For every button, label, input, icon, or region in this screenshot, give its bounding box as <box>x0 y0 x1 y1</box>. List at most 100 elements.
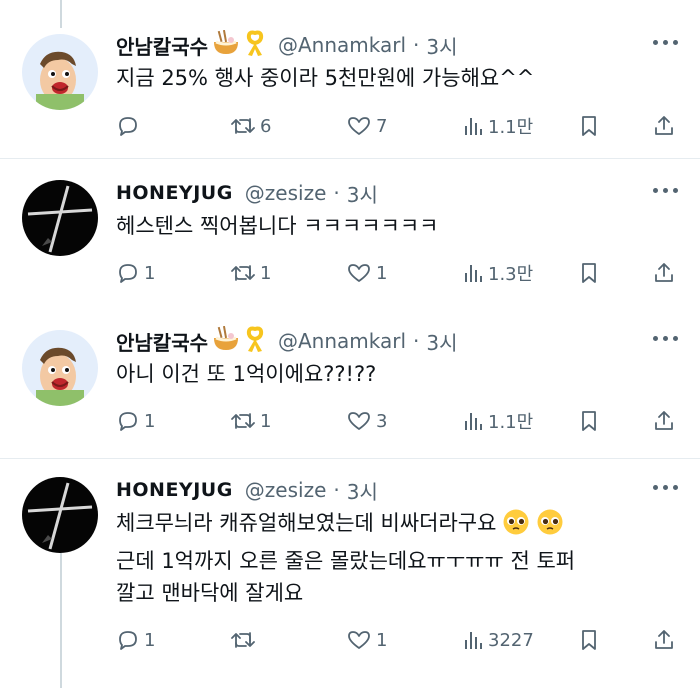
reply-button[interactable]: 1 <box>116 406 155 436</box>
share-button[interactable] <box>652 258 676 288</box>
like-button[interactable]: 1 <box>346 625 387 655</box>
like-count: 7 <box>376 115 388 137</box>
retweet-button[interactable]: 1 <box>230 258 271 288</box>
ramen-emoji-icon <box>212 29 240 60</box>
retweet-button[interactable]: 1 <box>230 406 271 436</box>
views-button[interactable]: 1.1만 <box>462 406 533 436</box>
reply-count: 1 <box>144 410 156 432</box>
window-cross-avatar-icon <box>22 180 98 256</box>
author-handle[interactable]: @Annamkarl <box>278 329 406 353</box>
author-name[interactable]: HONEYJUG <box>116 479 233 501</box>
bookmark-icon <box>582 411 596 431</box>
window-cross-avatar-icon <box>22 477 98 553</box>
retweet-count: 6 <box>260 115 272 137</box>
like-button[interactable]: 7 <box>346 111 387 141</box>
tweet-header: 안남칼국수 @Annamkarl · 3시 <box>116 325 458 357</box>
author-name[interactable]: HONEYJUG <box>116 182 233 204</box>
retweet-icon <box>231 413 255 429</box>
avatar-honeyjug[interactable] <box>22 477 98 553</box>
author-name[interactable]: 안남칼국수 <box>116 327 208 356</box>
tweet-1[interactable]: 안남칼국수 @Annamkarl · 3시 지금 25% 행사 중이라 5천만원… <box>0 29 700 158</box>
views-count: 1.1만 <box>488 412 534 433</box>
share-button[interactable] <box>652 406 676 436</box>
tweet-actions: 6 7 1.1만 <box>116 111 686 141</box>
share-button[interactable] <box>652 625 676 655</box>
separator-dot: · <box>413 329 420 353</box>
reply-button[interactable]: 1 <box>116 625 155 655</box>
author-handle[interactable]: @zesize <box>245 478 327 502</box>
author-name[interactable]: 안남칼국수 <box>116 31 208 60</box>
views-count: 3227 <box>488 629 534 651</box>
tweet-text-line: 깔고 맨바닥에 잘게요 <box>116 581 304 605</box>
tweet-text-line: 근데 1억까지 오른 줄은 몰랐는데요ㅠㅜㅠㅠ 전 토퍼 <box>116 549 576 573</box>
yellow-ribbon-emoji-icon <box>244 325 266 357</box>
bookmark-button[interactable] <box>578 258 600 288</box>
avatar-annamkarl[interactable] <box>22 34 98 110</box>
more-dots-icon[interactable] <box>653 336 678 341</box>
views-button[interactable]: 1.1만 <box>462 111 533 141</box>
like-count: 1 <box>376 262 388 284</box>
tweet-text-line: 체크무늬라 캐쥬얼해보였는데 비싸더라구요 <box>116 507 575 545</box>
tweet-2[interactable]: HONEYJUG @zesize · 3시 헤스텐스 찍어봅니다 ㅋㅋㅋㅋㅋㅋㅋ… <box>0 178 700 304</box>
tweet-time[interactable]: 3시 <box>426 31 457 60</box>
bookmark-button[interactable] <box>578 625 600 655</box>
retweet-count: 1 <box>260 410 272 432</box>
like-count: 1 <box>376 629 388 651</box>
retweet-icon <box>231 265 255 281</box>
bookmark-icon <box>582 263 596 283</box>
separator-dot: · <box>333 181 340 205</box>
views-button[interactable]: 3227 <box>462 625 534 655</box>
reply-count: 1 <box>144 629 156 651</box>
tweet-divider <box>0 458 700 459</box>
author-handle[interactable]: @Annamkarl <box>278 33 406 57</box>
avatar-annamkarl[interactable] <box>22 330 98 406</box>
retweet-button[interactable] <box>230 625 260 655</box>
retweet-button[interactable]: 6 <box>230 111 271 141</box>
views-button[interactable]: 1.3만 <box>462 258 533 288</box>
tweet-3[interactable]: 안남칼국수 @Annamkarl · 3시 아니 이건 또 1억이에요??!??… <box>0 325 700 446</box>
tweet-header: HONEYJUG @zesize · 3시 <box>116 475 378 505</box>
retweet-count: 1 <box>260 262 272 284</box>
share-icon <box>655 630 673 649</box>
tweet-text-line: 아니 이건 또 1억이에요??!?? <box>116 362 377 386</box>
tweet-actions: 1 1 1 1.3만 <box>116 258 686 288</box>
tweet-time[interactable]: 3시 <box>347 476 378 505</box>
bookmark-button[interactable] <box>578 406 600 436</box>
author-handle[interactable]: @zesize <box>245 181 327 205</box>
reply-button[interactable]: 1 <box>116 258 155 288</box>
tweet-4[interactable]: HONEYJUG @zesize · 3시 체크무늬라 캐쥬얼해보였는데 비싸더… <box>0 475 700 675</box>
more-dots-icon[interactable] <box>653 485 678 490</box>
heart-icon <box>348 117 370 135</box>
reply-icon <box>119 117 137 136</box>
reply-count: 1 <box>144 262 156 284</box>
tweet-text: 아니 이건 또 1억이에요??!?? <box>116 358 376 390</box>
tweet-text-fragment: 체크무늬라 캐쥬얼해보였는데 비싸더라구요 <box>116 511 497 535</box>
like-button[interactable]: 3 <box>346 406 387 436</box>
thread-line-top <box>60 0 62 28</box>
more-dots-icon[interactable] <box>653 40 678 45</box>
cartoon-face-avatar-icon <box>22 34 98 110</box>
tweet-time[interactable]: 3시 <box>347 179 378 208</box>
tweet-text-line: 헤스텐스 찍어봅니다 ㅋㅋㅋㅋㅋㅋㅋ <box>116 214 439 238</box>
share-icon <box>655 116 673 135</box>
tweet-text-line: 지금 25% 행사 중이라 5천만원에 가능해요^^ <box>116 66 535 90</box>
cartoon-face-avatar-icon <box>22 330 98 406</box>
share-button[interactable] <box>652 111 676 141</box>
reply-icon <box>119 264 137 283</box>
reply-icon <box>119 631 137 650</box>
views-count: 1.3만 <box>488 264 534 285</box>
tweet-text: 지금 25% 행사 중이라 5천만원에 가능해요^^ <box>116 62 534 94</box>
bookmark-icon <box>582 116 596 136</box>
tweet-time[interactable]: 3시 <box>426 327 457 356</box>
like-button[interactable]: 1 <box>346 258 387 288</box>
share-icon <box>655 411 673 430</box>
tweet-text: 체크무늬라 캐쥬얼해보였는데 비싸더라구요 근데 1억까지 오른 줄은 몰랐는데… <box>116 507 575 609</box>
heart-icon <box>348 631 370 649</box>
retweet-icon <box>231 118 255 134</box>
like-count: 3 <box>376 410 388 432</box>
avatar-honeyjug[interactable] <box>22 180 98 256</box>
views-chart-icon <box>465 632 482 649</box>
bookmark-button[interactable] <box>578 111 600 141</box>
reply-button[interactable] <box>116 111 144 141</box>
more-dots-icon[interactable] <box>653 188 678 193</box>
